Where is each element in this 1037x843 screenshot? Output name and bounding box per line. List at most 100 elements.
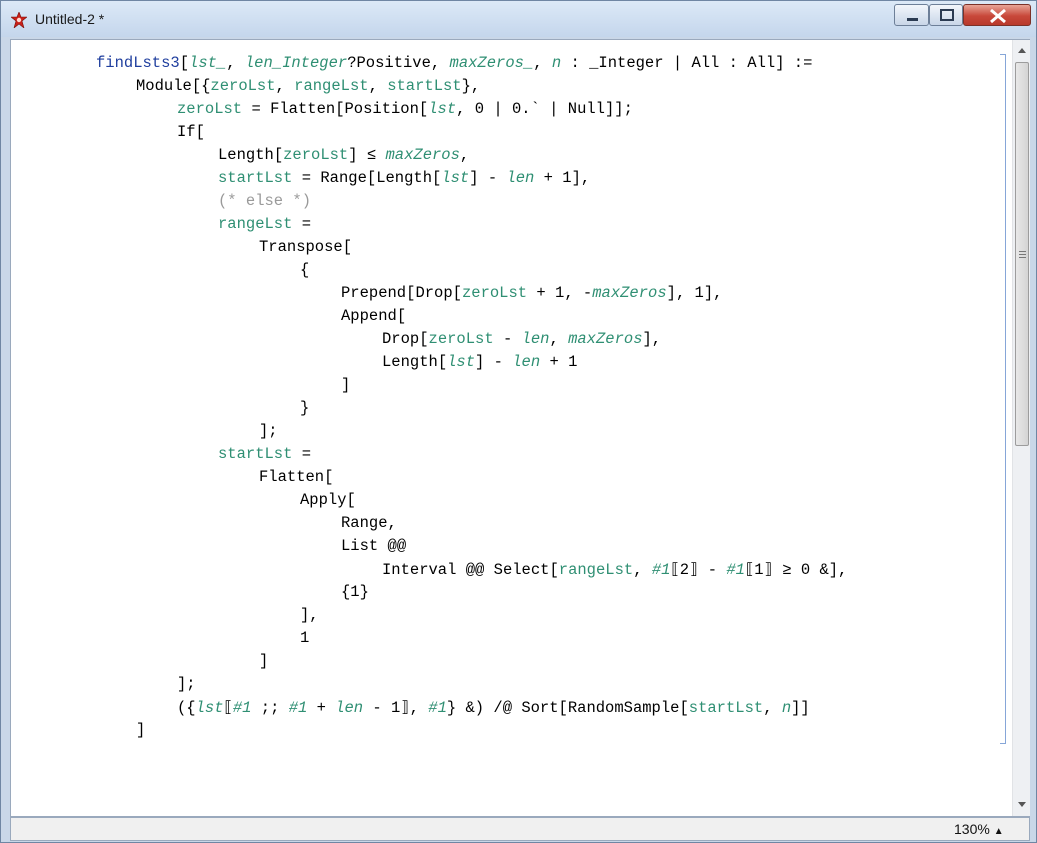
minimize-icon <box>907 18 918 21</box>
token: Sort <box>521 699 559 717</box>
zoom-menu[interactable]: 130% ▲ <box>954 821 1004 837</box>
token: 0.` <box>511 100 540 118</box>
grip-line <box>1019 251 1026 252</box>
token: { <box>300 261 310 279</box>
token: : <box>570 54 580 72</box>
token: n <box>551 54 562 72</box>
scrollbar-thumb[interactable] <box>1015 62 1029 446</box>
token: Length <box>382 353 438 371</box>
token: = <box>301 215 312 233</box>
token: zeroLst <box>283 146 349 164</box>
code-line: If[ <box>177 123 205 141</box>
close-button[interactable] <box>963 4 1031 26</box>
token: Transpose <box>259 238 343 256</box>
token: If <box>177 123 196 141</box>
token: startLst <box>218 169 293 187</box>
code-line: Length[lst] - len + 1 <box>382 353 578 371</box>
token: maxZeros <box>592 284 667 302</box>
token: Flatten <box>259 468 325 486</box>
token: #1 <box>726 561 745 579</box>
code-line: startLst = <box>218 445 311 463</box>
token: len_Integer <box>244 54 348 72</box>
token: len <box>512 353 541 371</box>
minimize-button[interactable] <box>894 4 929 26</box>
token: = <box>301 445 312 463</box>
scroll-down-icon[interactable] <box>1013 796 1031 814</box>
token: ] <box>341 376 351 394</box>
token: Drop <box>415 284 453 302</box>
code-line: Prepend[Drop[zeroLst + 1, -maxZeros], 1]… <box>341 284 723 302</box>
token: lst <box>447 353 476 371</box>
token: List <box>341 537 379 555</box>
cell-bracket[interactable] <box>1000 54 1006 744</box>
comment: (* else *) <box>218 192 312 210</box>
token: #1 <box>232 699 252 717</box>
token: 1 <box>300 629 310 647</box>
code-line: {1} <box>341 583 369 601</box>
token: ]; <box>259 422 278 440</box>
token: 1 <box>391 699 401 717</box>
scroll-up-icon[interactable] <box>1013 42 1031 60</box>
code-line: Append[ <box>341 307 407 325</box>
token: RandomSample <box>567 699 680 717</box>
code-line: Drop[zeroLst - len, maxZeros], <box>382 330 662 348</box>
mathematica-star-icon <box>11 12 27 28</box>
code-line: 1 <box>300 629 309 647</box>
maximize-icon <box>940 9 954 21</box>
token: len <box>506 169 535 187</box>
token: Select <box>493 561 550 579</box>
code-line: startLst = Range[Length[lst] - len + 1], <box>218 169 591 187</box>
token: } <box>300 399 310 417</box>
token: ] <box>136 721 146 739</box>
token: @@ <box>387 537 407 555</box>
token: 1 <box>562 169 572 187</box>
token: n <box>781 699 792 717</box>
token: 1 <box>754 561 764 579</box>
vertical-scrollbar[interactable] <box>1012 40 1030 816</box>
token: Null <box>567 100 605 118</box>
token: ], <box>300 606 319 624</box>
window-title: Untitled-2 * <box>35 11 105 27</box>
token: lst <box>428 100 457 118</box>
token: #1 <box>651 561 671 579</box>
code-line: ]; <box>177 675 196 693</box>
token: startLst <box>688 699 764 717</box>
token: maxZeros <box>568 330 643 348</box>
token: ≤ <box>366 146 377 164</box>
zoom-level: 130% <box>954 821 990 837</box>
token: @@ <box>465 561 485 579</box>
input-cell[interactable]: findLsts3[lst_, len_Integer?Positive, ma… <box>11 40 1006 816</box>
code-line: Flatten[ <box>259 468 334 486</box>
title-bar[interactable]: Untitled-2 * <box>1 1 1036 37</box>
code-line: Range, <box>341 514 397 532</box>
token: ]; <box>177 675 196 693</box>
token: rangeLst <box>558 561 634 579</box>
code-line: ] <box>341 376 350 394</box>
token: Prepend <box>341 284 407 302</box>
token: 1 <box>555 284 565 302</box>
code-line: zeroLst = Flatten[Position[lst, 0 | 0.` … <box>177 100 633 118</box>
token: : <box>728 54 738 72</box>
token: #1 <box>288 699 308 717</box>
token: zeroLst <box>177 100 243 118</box>
code-line: Transpose[ <box>259 238 353 256</box>
token: startLst <box>218 445 293 463</box>
notebook-content[interactable]: findLsts3[lst_, len_Integer?Positive, ma… <box>10 39 1030 817</box>
token: Apply <box>300 491 347 509</box>
token: := <box>793 54 813 72</box>
token: len <box>521 330 550 348</box>
token: lst <box>195 699 224 717</box>
status-bar: 130% ▲ <box>10 817 1030 841</box>
code-line: findLsts3[lst_, len_Integer?Positive, ma… <box>96 54 813 72</box>
token: {1} <box>341 583 369 601</box>
token: zeroLst <box>461 284 528 302</box>
token: Flatten <box>270 100 336 118</box>
code-line: Length[zeroLst] ≤ maxZeros, <box>218 146 470 164</box>
token: Positive <box>356 54 431 72</box>
token: 1 <box>694 284 704 302</box>
maximize-button[interactable] <box>929 4 963 26</box>
token: = <box>301 169 312 187</box>
token: lst <box>441 169 470 187</box>
code-line: ], <box>300 606 319 624</box>
grip-line <box>1019 254 1026 255</box>
